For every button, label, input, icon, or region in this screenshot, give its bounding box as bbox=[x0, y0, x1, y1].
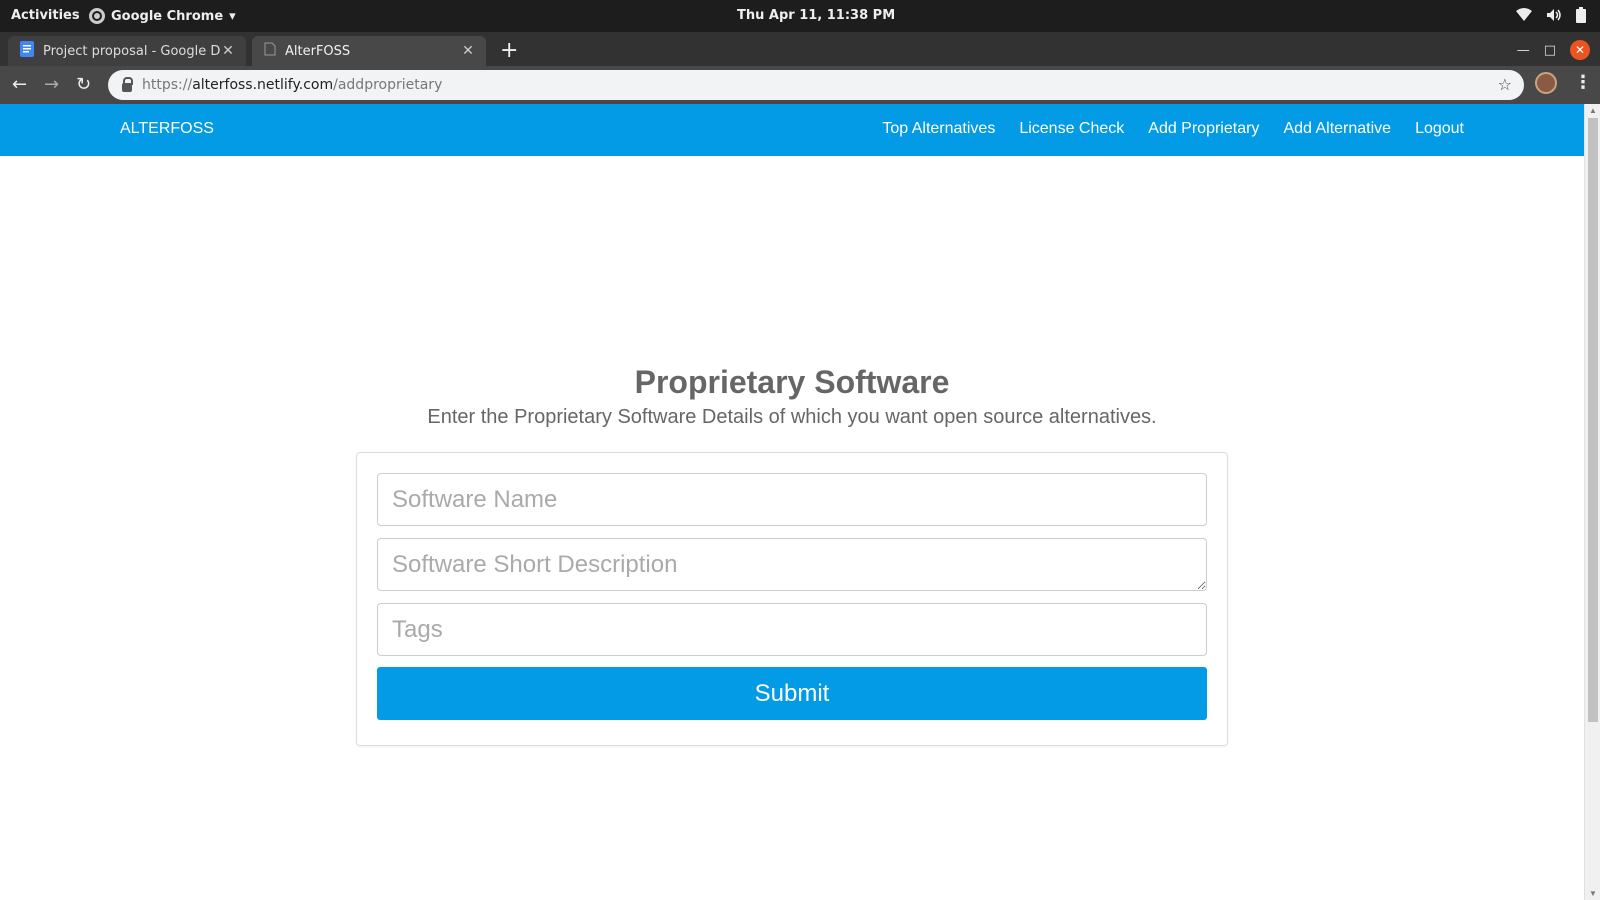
chevron-down-icon: ▾ bbox=[229, 8, 236, 24]
tab-strip: Project proposal - Google Do ✕ AlterFOSS… bbox=[0, 32, 1600, 66]
software-description-input[interactable] bbox=[377, 538, 1207, 591]
address-bar[interactable]: https://alterfoss.netlify.com/addproprie… bbox=[108, 70, 1524, 100]
nav-add-proprietary[interactable]: Add Proprietary bbox=[1148, 120, 1259, 138]
reload-icon[interactable]: ↻ bbox=[76, 74, 91, 95]
page-subtitle: Enter the Proprietary Software Details o… bbox=[427, 406, 1157, 428]
scrollbar-thumb[interactable] bbox=[1588, 118, 1598, 722]
site-brand[interactable]: ALTERFOSS bbox=[120, 120, 214, 138]
nav-add-alternative[interactable]: Add Alternative bbox=[1283, 120, 1391, 138]
window-close-icon[interactable]: ✕ bbox=[1570, 40, 1590, 60]
url-scheme: https:// bbox=[142, 77, 193, 93]
minimize-icon[interactable]: — bbox=[1517, 43, 1530, 58]
scroll-up-icon[interactable]: ▲ bbox=[1589, 106, 1597, 115]
url-path: /addproprietary bbox=[333, 77, 443, 93]
activities-button[interactable]: Activities bbox=[11, 8, 80, 23]
lock-icon bbox=[122, 76, 133, 92]
site-navbar: ALTERFOSS Top Alternatives License Check… bbox=[0, 104, 1584, 156]
back-arrow-icon[interactable]: ← bbox=[12, 74, 27, 95]
page-scrollbar[interactable]: ▲ ▼ bbox=[1584, 104, 1600, 900]
profile-avatar[interactable] bbox=[1535, 72, 1557, 94]
page-icon bbox=[264, 42, 276, 60]
browser-toolbar: ← → ↻ https://alterfoss.netlify.com/addp… bbox=[0, 66, 1600, 104]
close-icon[interactable]: ✕ bbox=[220, 43, 236, 59]
software-name-input[interactable] bbox=[377, 473, 1207, 526]
kebab-menu-icon[interactable]: ⋮ bbox=[1574, 72, 1592, 93]
system-tray[interactable] bbox=[1516, 7, 1586, 27]
url-host: alterfoss.netlify.com bbox=[192, 77, 334, 93]
google-docs-icon bbox=[20, 41, 34, 61]
tab-alterfoss[interactable]: AlterFOSS ✕ bbox=[252, 36, 486, 66]
tab-project-proposal[interactable]: Project proposal - Google Do ✕ bbox=[8, 36, 246, 66]
bookmark-star-icon[interactable]: ☆ bbox=[1498, 75, 1512, 94]
tab-title: AlterFOSS bbox=[285, 43, 351, 59]
nav-logout[interactable]: Logout bbox=[1415, 120, 1464, 138]
system-top-bar: Activities Google Chrome ▾ Thu Apr 11, 1… bbox=[0, 0, 1600, 32]
clock[interactable]: Thu Apr 11, 11:38 PM bbox=[737, 8, 895, 23]
submit-button[interactable]: Submit bbox=[377, 667, 1207, 720]
tags-input[interactable] bbox=[377, 603, 1207, 656]
chrome-icon bbox=[89, 8, 105, 24]
page-content: ALTERFOSS Top Alternatives License Check… bbox=[0, 104, 1584, 900]
window-controls: — □ ✕ bbox=[1517, 40, 1590, 60]
tab-title: Project proposal - Google Do bbox=[43, 43, 220, 59]
page-title: Proprietary Software bbox=[634, 364, 950, 400]
app-name: Google Chrome bbox=[111, 8, 224, 24]
scroll-down-icon[interactable]: ▼ bbox=[1589, 889, 1597, 898]
volume-icon bbox=[1546, 8, 1562, 26]
maximize-icon[interactable]: □ bbox=[1544, 43, 1556, 58]
close-icon[interactable]: ✕ bbox=[460, 43, 476, 59]
site-nav: Top Alternatives License Check Add Propr… bbox=[882, 120, 1464, 138]
new-tab-button[interactable]: + bbox=[500, 38, 518, 63]
nav-license-check[interactable]: License Check bbox=[1019, 120, 1124, 138]
nav-top-alternatives[interactable]: Top Alternatives bbox=[882, 120, 995, 138]
battery-icon bbox=[1576, 7, 1586, 27]
forward-arrow-icon[interactable]: → bbox=[44, 74, 59, 95]
app-menu[interactable]: Google Chrome ▾ bbox=[89, 8, 236, 24]
wifi-icon bbox=[1516, 8, 1532, 26]
proprietary-form: Submit bbox=[356, 452, 1228, 746]
